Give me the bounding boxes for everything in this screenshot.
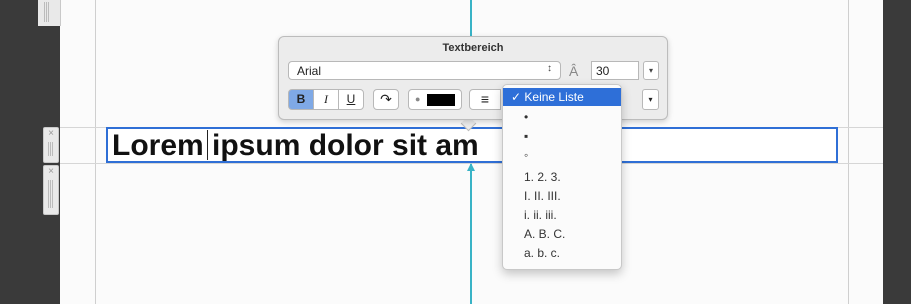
text-area-content[interactable]: Lorem ipsum dolor sit am <box>112 130 479 162</box>
font-size-icon: Â <box>569 63 579 79</box>
more-dropdown[interactable]: ▾ <box>642 89 659 110</box>
row-handle-1[interactable]: × <box>43 127 59 163</box>
font-family-select[interactable]: Arial ↕ <box>288 61 561 80</box>
right-panel <box>883 0 911 304</box>
close-icon[interactable]: × <box>44 167 58 177</box>
font-family-value: Arial <box>297 64 322 78</box>
margin-guide-right <box>848 0 849 304</box>
font-size-value: 30 <box>596 64 610 78</box>
redo-button[interactable]: ↷ <box>373 89 399 110</box>
menu-item-roman-upper[interactable]: I. II. III. <box>503 187 621 205</box>
close-icon[interactable]: × <box>44 129 58 139</box>
popover-title: Textbereich <box>442 42 504 54</box>
grip-icon <box>48 142 54 156</box>
margin-guide-left <box>95 0 96 304</box>
list-style-menu: ✓ Keine Liste • ▪ ◦ 1. 2. 3. I. II. III.… <box>502 84 622 270</box>
menu-item-alpha-lower[interactable]: a. b. c. <box>503 244 621 262</box>
color-dropdown-icon: ● <box>415 94 421 104</box>
guide-arrow-icon <box>467 163 475 171</box>
underline-button[interactable]: U <box>338 89 364 110</box>
text-caret <box>207 130 208 160</box>
align-left-button[interactable]: ≡ <box>469 89 501 110</box>
menu-item-alpha-upper[interactable]: A. B. C. <box>503 225 621 243</box>
menu-item-keine-liste[interactable]: ✓ Keine Liste <box>503 88 621 106</box>
color-swatch <box>427 94 455 106</box>
grip-icon <box>48 180 54 208</box>
menu-item-square[interactable]: ▪ <box>503 127 621 145</box>
select-arrows-icon: ↕ <box>547 63 552 74</box>
row-handle-top[interactable] <box>38 0 61 26</box>
bold-button[interactable]: B <box>288 89 314 110</box>
menu-item-numeric[interactable]: 1. 2. 3. <box>503 168 621 186</box>
row-handle-2[interactable]: × <box>43 165 59 215</box>
menu-item-bullet[interactable]: • <box>503 108 621 126</box>
grip-icon <box>44 2 50 22</box>
menu-item-roman-lower[interactable]: i. ii. iii. <box>503 206 621 224</box>
italic-button[interactable]: I <box>313 89 339 110</box>
menu-item-circle[interactable]: ◦ <box>503 146 621 164</box>
text-area[interactable]: Lorem ipsum dolor sit am <box>106 127 838 163</box>
font-size-input[interactable]: 30 <box>591 61 639 80</box>
text-color-button[interactable]: ● <box>408 89 462 110</box>
font-size-dropdown[interactable]: ▾ <box>643 61 659 80</box>
